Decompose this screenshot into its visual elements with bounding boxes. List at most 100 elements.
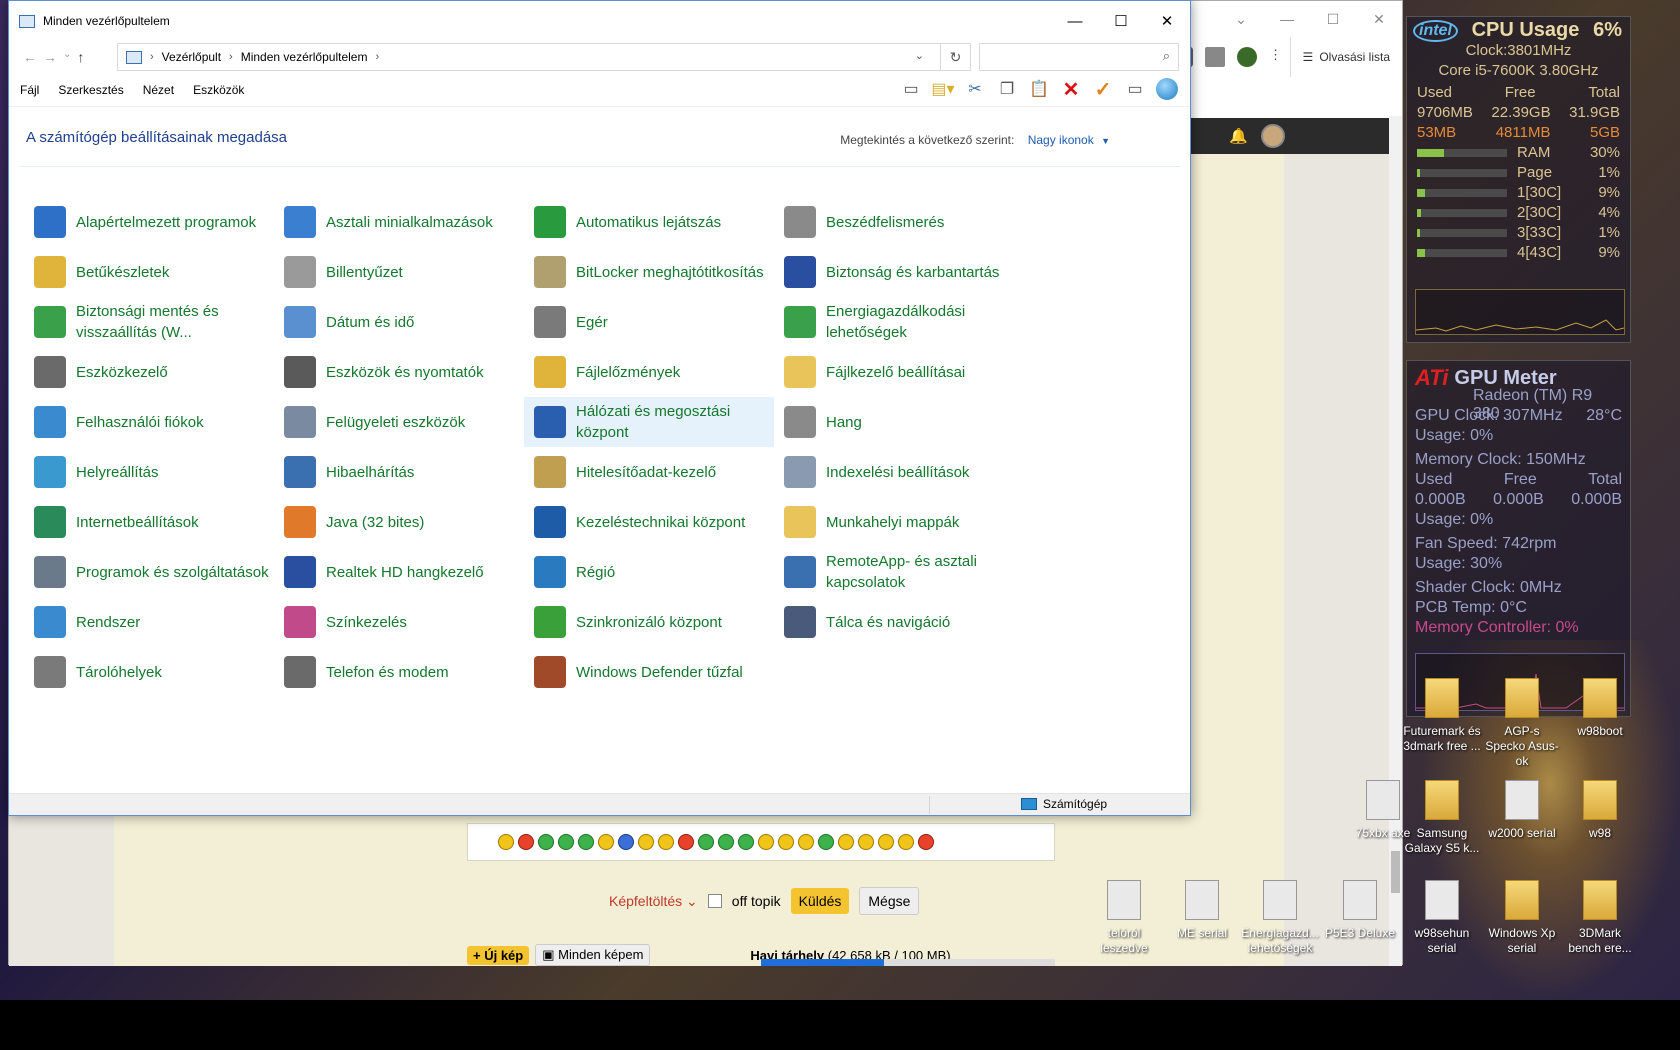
desktop-icon[interactable]: w98sehun serial [1403,880,1481,956]
cp-item[interactable]: Kezeléstechnikai központ [524,497,774,547]
cp-item[interactable]: Hálózati és megosztási központ [524,397,774,447]
minimize-icon[interactable]: — [1264,1,1310,37]
smiley-icon[interactable] [878,834,894,850]
smiley-icon[interactable] [678,834,694,850]
cp-item[interactable]: Biztonsági mentés és visszaállítás (W... [24,297,274,347]
cp-item[interactable]: Régió [524,547,774,597]
new-image-button[interactable]: + Új kép [467,945,530,965]
send-button[interactable]: Küldés [790,888,850,914]
minimize-button[interactable]: — [1052,1,1098,41]
copy-icon[interactable]: ❐ [996,78,1018,100]
menu-tools[interactable]: Eszközök [193,83,244,97]
window-titlebar[interactable]: Minden vezérlőpultelem — ☐ ✕ [9,1,1190,41]
cp-item[interactable]: RemoteApp- és asztali kapcsolatok [774,547,1024,597]
cp-item[interactable]: Billentyűzet [274,247,524,297]
cp-item[interactable]: Felhasználói fiókok [24,397,274,447]
cp-item[interactable]: Tárolóhelyek [24,647,274,697]
desktop-icon[interactable]: 3DMark bench ere... [1561,880,1639,956]
paste-icon[interactable]: 📋 [1028,78,1050,100]
cp-item[interactable]: Asztali minialkalmazások [274,197,524,247]
preview-pane-icon[interactable]: ▭ [900,78,922,100]
breadcrumb-control-panel[interactable]: Vezérlőpult [162,50,221,64]
close-button[interactable]: ✕ [1144,1,1190,41]
smiley-icon[interactable] [898,834,914,850]
apply-check-icon[interactable]: ✓ [1092,78,1114,101]
view-by-dropdown[interactable]: Nagy ikonok [1028,133,1094,147]
cp-item[interactable]: Színkezelés [274,597,524,647]
cpu-usage-gadget[interactable]: intel CPU Usage 6% Clock:3801MHz Core i5… [1406,16,1631,343]
breadcrumb-separator-icon[interactable]: › [375,51,379,63]
organize-icon[interactable]: ▤▾ [931,78,954,100]
smiley-icon[interactable] [618,834,634,850]
cp-item[interactable]: Realtek HD hangkezelő [274,547,524,597]
smiley-icon[interactable] [698,834,714,850]
cp-item[interactable]: Indexelési beállítások [774,447,1024,497]
maximize-icon[interactable]: ☐ [1310,1,1356,37]
breadcrumb-separator-icon[interactable]: › [229,51,233,63]
smiley-icon[interactable] [498,834,514,850]
search-input[interactable]: ⌕ [979,43,1179,71]
cp-item[interactable]: BitLocker meghajtótitkosítás [524,247,774,297]
maximize-button[interactable]: ☐ [1098,1,1144,41]
cp-item[interactable]: Windows Defender tűzfal [524,647,774,697]
cp-item[interactable]: Dátum és idő [274,297,524,347]
smiley-icon[interactable] [778,834,794,850]
cut-icon[interactable]: ✂ [964,78,986,100]
desktop-icon[interactable]: telóról leszedve [1085,880,1163,956]
chevron-down-icon[interactable]: ⌄ [63,49,71,65]
control-panel-window[interactable]: Minden vezérlőpultelem — ☐ ✕ ← → ⌄ ↑ › V… [8,0,1191,816]
up-arrow-icon[interactable]: ↑ [77,49,84,65]
cp-item[interactable]: Munkahelyi mappák [774,497,1024,547]
smiley-icon[interactable] [658,834,674,850]
refresh-icon[interactable]: ↻ [940,44,970,70]
smiley-icon[interactable] [538,834,554,850]
address-bar[interactable]: › Vezérlőpult › Minden vezérlőpultelem ›… [117,43,971,71]
smiley-icon[interactable] [838,834,854,850]
desktop-icon[interactable]: w98boot [1561,678,1639,739]
cp-item[interactable]: Eszközök és nyomtatók [274,347,524,397]
cp-item[interactable]: Fájlelőzmények [524,347,774,397]
desktop-icon[interactable]: Futuremark és 3dmark free ... [1403,678,1481,754]
menu-view[interactable]: Nézet [143,83,174,97]
cp-item[interactable]: Rendszer [24,597,274,647]
gpu-meter-gadget[interactable]: ATi GPU Meter Radeon (TM) R9 380 GPU Clo… [1406,360,1631,717]
back-arrow-icon[interactable]: ← [23,49,37,65]
smiley-icon[interactable] [798,834,814,850]
cp-item[interactable]: Helyreállítás [24,447,274,497]
search-icon[interactable]: ⌕ [1163,48,1170,64]
smiley-icon[interactable] [718,834,734,850]
cp-item[interactable]: Biztonság és karbantartás [774,247,1024,297]
delete-icon[interactable]: ✕ [1060,78,1082,101]
close-icon[interactable]: ✕ [1356,1,1402,37]
menu-file[interactable]: Fájl [20,83,39,97]
bell-icon[interactable]: 🔔 [1229,127,1248,145]
cp-item[interactable]: Betűkészletek [24,247,274,297]
cp-item[interactable]: Hibaelhárítás [274,447,524,497]
desktop-icon[interactable]: Energiagazd... lehetőségek [1241,880,1319,956]
cp-item[interactable]: Egér [524,297,774,347]
cp-item[interactable]: Telefon és modem [274,647,524,697]
smiley-icon[interactable] [638,834,654,850]
chevron-down-icon[interactable]: ⌄ [1218,1,1264,37]
cp-item[interactable]: Programok és szolgáltatások [24,547,274,597]
smiley-icon[interactable] [518,834,534,850]
reading-list-button[interactable]: ☰ Olvasási lista [1289,37,1390,77]
smiley-icon[interactable] [758,834,774,850]
menu-edit[interactable]: Szerkesztés [58,83,123,97]
desktop-icon[interactable]: Windows Xp serial [1483,880,1561,956]
smiley-icon[interactable] [578,834,594,850]
smiley-icon[interactable] [598,834,614,850]
desktop-icon[interactable]: Samsung Galaxy S5 k... [1403,780,1481,856]
cp-item[interactable]: Java (32 bites) [274,497,524,547]
smiley-icon[interactable] [918,834,934,850]
breadcrumb-all-items[interactable]: Minden vezérlőpultelem [241,50,368,64]
properties-icon[interactable]: ▭ [1124,78,1146,100]
user-avatar[interactable] [1261,124,1285,148]
cp-item[interactable]: Tálca és navigáció [774,597,1024,647]
chevron-down-icon[interactable]: ▼ [1101,136,1110,146]
cp-item[interactable]: Eszközkezelő [24,347,274,397]
desktop-icon[interactable]: ME serial [1163,880,1241,941]
menu-kebab-icon[interactable]: ⋮ [1269,47,1282,67]
forward-arrow-icon[interactable]: → [43,49,57,65]
desktop-icon[interactable]: P5E3 Deluxe [1321,880,1399,941]
